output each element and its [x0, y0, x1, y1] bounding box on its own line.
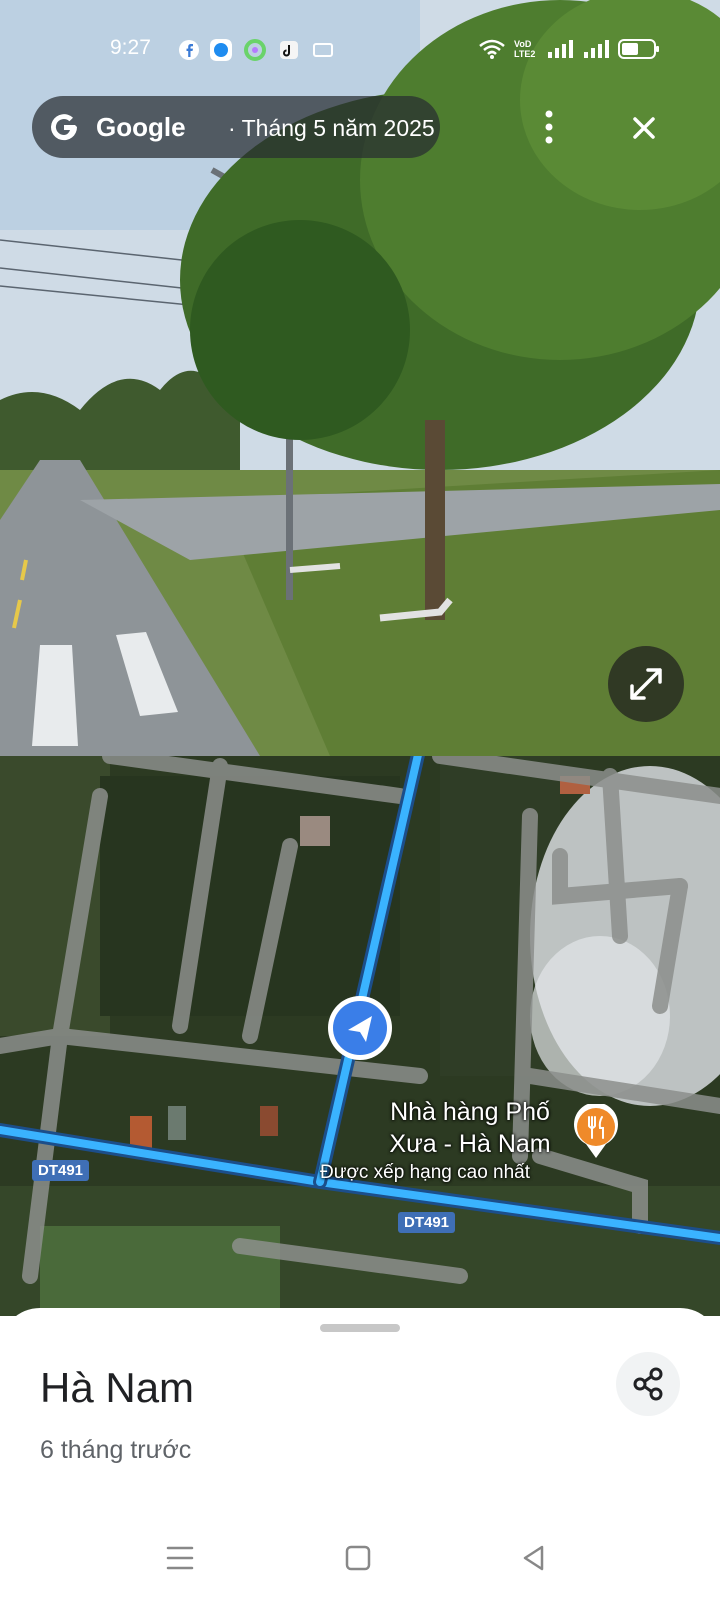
menu-nav-button[interactable]: [162, 1540, 198, 1576]
close-icon: [633, 117, 655, 139]
notification-icon: [313, 43, 333, 57]
volte-icon: VoD LTE2: [514, 39, 536, 59]
home-nav-button[interactable]: [340, 1540, 376, 1576]
more-options-button[interactable]: [516, 94, 582, 160]
navigation-arrow-icon: [328, 996, 392, 1060]
current-position-marker[interactable]: [326, 994, 394, 1062]
status-right-group: VoD LTE2: [478, 38, 660, 60]
facebook-icon: [179, 40, 199, 60]
imagery-date-label: · Tháng 5 năm 2025: [228, 115, 435, 141]
battery-icon: [618, 39, 659, 59]
share-icon: [633, 1367, 663, 1401]
signal-icon: [548, 40, 573, 58]
road-label-dt491: DT491: [398, 1212, 456, 1233]
road-label-dt491: DT491: [32, 1160, 90, 1181]
sheet-drag-handle[interactable]: [320, 1324, 400, 1332]
capture-time: 6 tháng trước: [40, 1436, 192, 1464]
imagery-date-chip[interactable]: Google · Tháng 5 năm 2025: [32, 96, 440, 158]
street-view-panel[interactable]: 9:27 VoD LTE2 Google · Tháng 5 năm 2025: [0, 0, 720, 756]
wifi-icon: [479, 39, 505, 59]
share-button[interactable]: [616, 1352, 680, 1416]
status-bar: 9:27 VoD LTE2: [0, 28, 720, 68]
poi-pin[interactable]: [572, 1104, 620, 1160]
poi-subtitle: Được xếp hạng cao nhất: [320, 1162, 531, 1183]
back-nav-button[interactable]: [516, 1540, 552, 1576]
place-title: Hà Nam: [40, 1364, 195, 1411]
map-panel[interactable]: DT491 DT491 Nhà hàng Phố Xưa - Hà Nam Đư…: [0, 756, 720, 1316]
system-nav-bar: [0, 1510, 720, 1600]
signal-icon: [584, 40, 609, 58]
google-brand-label: Google: [96, 112, 186, 142]
close-button[interactable]: [616, 100, 672, 156]
poi-name[interactable]: Nhà hàng Phố Xưa - Hà Nam: [370, 1096, 570, 1160]
messenger-icon: [210, 39, 232, 61]
status-time: 9:27: [110, 36, 151, 59]
app-icon: [244, 39, 266, 61]
restaurant-icon: [574, 1104, 618, 1158]
expand-icon: [630, 668, 662, 700]
tiktok-icon: [280, 41, 298, 59]
more-vert-icon: [545, 110, 553, 144]
expand-button[interactable]: [608, 646, 684, 722]
google-g-icon: [51, 114, 78, 141]
